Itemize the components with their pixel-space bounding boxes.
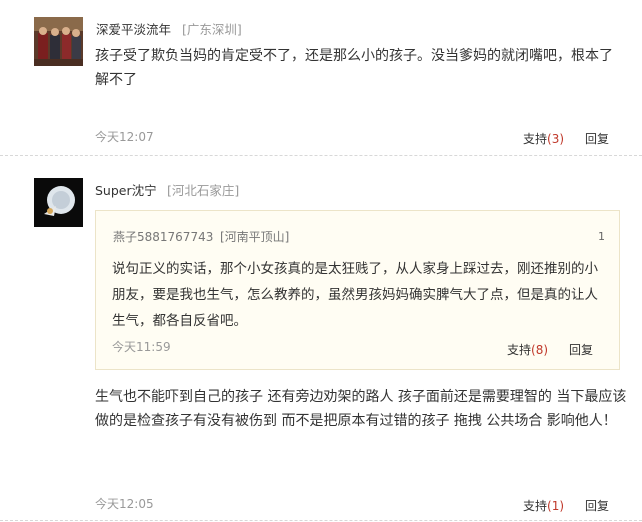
support-label: 支持 — [523, 132, 548, 146]
user-location: [河北石家庄] — [167, 183, 240, 198]
username[interactable]: Super沈宁 — [95, 180, 157, 199]
user-location: [广东深圳] — [182, 22, 242, 37]
avatar[interactable] — [34, 17, 83, 66]
comment-content: 孩子受了欺负当妈的肯定受不了，还是那么小的孩子。没当爹妈的就闭嘴吧，根本了解不了 — [95, 48, 613, 88]
comment-divider — [0, 155, 642, 156]
floor-number: 1 — [598, 230, 605, 243]
comment-time: 今天12:05 — [95, 497, 154, 511]
support-count: (3) — [547, 132, 565, 146]
quote-username[interactable]: 燕子5881767743 — [113, 228, 213, 245]
support-count: (8) — [531, 343, 549, 357]
comment-divider — [0, 520, 642, 521]
support-button[interactable]: 支持(1) — [523, 497, 564, 514]
comment-time: 今天12:07 — [95, 130, 154, 144]
comment-content: 生气也不能吓到自己的孩子 还有旁边劝架的路人 孩子面前还是需要理智的 当下最应该… — [95, 389, 627, 429]
support-label: 支持 — [507, 343, 532, 357]
username[interactable]: 深爱平淡流年 — [96, 19, 171, 38]
quote-time: 今天11:59 — [112, 340, 171, 354]
quoted-comment: 燕子5881767743 [河南平顶山] 1 说句正义的实话，那个小女孩真的是太… — [95, 210, 620, 370]
quote-location: [河南平顶山] — [220, 230, 290, 244]
support-label: 支持 — [523, 499, 548, 513]
quote-content: 说句正义的实话，那个小女孩真的是太狂贱了，从人家身上踩过去，刚还推别的小朋友，要… — [112, 261, 598, 329]
support-count: (1) — [547, 499, 565, 513]
reply-button[interactable]: 回复 — [585, 130, 609, 147]
reply-button[interactable]: 回复 — [585, 497, 609, 514]
avatar[interactable] — [34, 178, 83, 227]
quote-support-button[interactable]: 支持(8) — [507, 341, 548, 358]
quote-reply-button[interactable]: 回复 — [569, 341, 593, 358]
support-button[interactable]: 支持(3) — [523, 130, 564, 147]
